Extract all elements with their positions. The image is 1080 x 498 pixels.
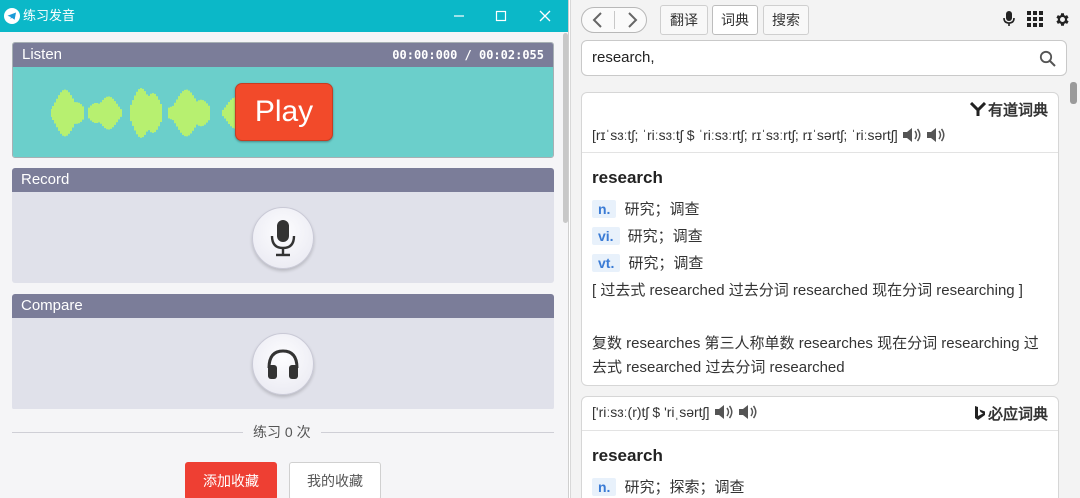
bing-source[interactable]: 必应词典	[974, 403, 1048, 424]
compare-header: Compare	[12, 294, 554, 318]
definition-text: 研究；调查	[624, 201, 700, 218]
search-input[interactable]: research,	[592, 49, 655, 66]
compare-panel: Compare	[12, 294, 554, 410]
my-favorites-button[interactable]: 我的收藏	[289, 462, 381, 498]
definition-row: vi. 研究；调查	[592, 225, 703, 246]
speaker-icon[interactable]	[738, 404, 758, 420]
headphones-icon	[267, 349, 299, 379]
youdao-source[interactable]: 有道词典	[969, 99, 1048, 120]
bing-source-name: 必应词典	[987, 406, 1048, 423]
tab-dictionary[interactable]: 词典	[712, 5, 758, 35]
word-forms-plural: 复数 researches 第三人称单数 researches 现在分词 res…	[592, 335, 1039, 376]
youdao-source-name: 有道词典	[987, 102, 1048, 119]
play-button[interactable]: Play	[235, 83, 333, 141]
speaker-icon[interactable]	[714, 404, 734, 420]
card-divider	[582, 152, 1058, 153]
dictionary-window: 翻译 词典 搜索 research, 有道词典 [rɪˈsɜːtʃ; ˈriːs…	[570, 0, 1080, 498]
minimize-button[interactable]	[446, 4, 472, 28]
apps-grid-icon[interactable]	[1027, 11, 1043, 27]
record-header: Record	[12, 168, 554, 192]
listen-panel: Listen 00:00:000 / 00:02:055 Play	[12, 42, 554, 158]
card-divider	[582, 430, 1058, 431]
search-box[interactable]: research,	[581, 40, 1067, 76]
tab-translate[interactable]: 翻译	[660, 5, 708, 35]
practice-count: 练习 0 次	[243, 423, 321, 441]
compare-button[interactable]	[252, 333, 314, 395]
search-icon[interactable]	[1039, 50, 1056, 67]
mic-small-icon[interactable]	[1002, 10, 1016, 28]
definition-row: n. 研究；调查	[592, 198, 699, 219]
microphone-icon	[270, 220, 296, 257]
speaker-icon[interactable]	[902, 127, 922, 143]
chevron-right-icon[interactable]	[622, 11, 642, 29]
part-of-speech: n.	[592, 477, 617, 496]
speaker-icon[interactable]	[926, 127, 946, 143]
right-scrollbar[interactable]	[1070, 82, 1077, 104]
part-of-speech: n.	[592, 199, 617, 218]
tab-search[interactable]: 搜索	[763, 5, 809, 35]
bing-logo-icon	[974, 406, 985, 420]
bing-phonetic: ['riːsɜː(r)tʃ $ 'riˌsərtʃ]	[592, 404, 758, 420]
title-bar: 练习发音	[0, 0, 568, 32]
definition-row: vt. 研究；调查	[592, 252, 703, 273]
practice-pronunciation-window: 练习发音 Listen 00:00:000 / 00:02:055 Play R…	[0, 0, 569, 498]
navigation-buttons	[581, 7, 647, 33]
waveform-area[interactable]: Play	[13, 67, 553, 157]
part-of-speech: vt.	[592, 253, 621, 272]
headword: research	[592, 446, 663, 465]
definition-text: 研究；调查	[627, 228, 703, 245]
definition-text: 研究；调查	[628, 255, 704, 272]
definition-row: n. 研究；探索；调查	[592, 476, 744, 497]
close-icon	[539, 10, 551, 22]
chevron-left-icon[interactable]	[588, 11, 608, 29]
listen-header: Listen 00:00:000 / 00:02:055	[13, 43, 553, 67]
playback-time: 00:00:000 / 00:02:055	[392, 48, 544, 62]
definition-text: 研究；探索；调查	[624, 479, 745, 496]
maximize-button[interactable]	[488, 4, 514, 28]
word-forms: [ 过去式 researched 过去分词 researched 现在分词 re…	[592, 282, 1023, 299]
add-favorite-button[interactable]: 添加收藏	[185, 462, 277, 498]
left-scrollbar[interactable]	[563, 33, 568, 223]
record-button[interactable]	[252, 207, 314, 269]
listen-label: Listen	[22, 46, 63, 63]
nav-separator	[614, 11, 615, 29]
headword: research	[592, 168, 663, 187]
minimize-icon	[454, 15, 464, 17]
maximize-icon	[495, 10, 507, 22]
telegram-icon	[4, 8, 20, 24]
window-divider	[570, 0, 571, 498]
settings-gear-icon[interactable]	[1054, 11, 1071, 28]
record-panel: Record	[12, 168, 554, 283]
close-button[interactable]	[532, 4, 558, 28]
toolbar-icons	[1002, 10, 1071, 28]
youdao-logo-icon	[969, 102, 986, 116]
bing-result-card: ['riːsɜː(r)tʃ $ 'riˌsərtʃ] 必应词典 research…	[581, 396, 1059, 498]
part-of-speech: vi.	[592, 226, 620, 245]
window-title: 练习发音	[23, 8, 76, 23]
youdao-phonetic: [rɪˈsɜːtʃ; ˈriːsɜːtʃ $ ˈriːsɜːrtʃ; rɪˈsɜ…	[592, 127, 946, 143]
phonetic-text: ['riːsɜː(r)tʃ $ 'riˌsərtʃ]	[592, 404, 710, 420]
youdao-result-card: 有道词典 [rɪˈsɜːtʃ; ˈriːsɜːtʃ $ ˈriːsɜːrtʃ; …	[581, 92, 1059, 386]
phonetic-text: [rɪˈsɜːtʃ; ˈriːsɜːtʃ $ ˈriːsɜːrtʃ; rɪˈsɜ…	[592, 127, 898, 143]
